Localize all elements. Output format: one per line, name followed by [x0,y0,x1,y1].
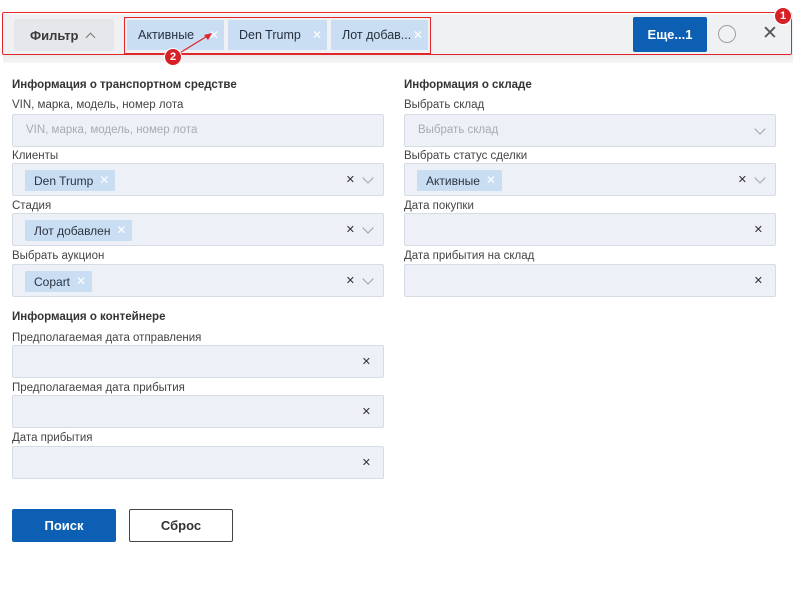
clear-icon[interactable]: ✕ [754,274,763,287]
clear-icon[interactable]: ✕ [754,223,763,236]
warehouse-select[interactable]: Выбрать склад [404,114,776,147]
purchase-date-field[interactable]: ✕ [404,213,776,246]
chevron-down-icon[interactable] [362,273,374,285]
clients-select[interactable]: Den Trump ✕ ✕ [12,163,384,196]
arrival-wh-date-field[interactable]: ✕ [404,264,776,297]
tag-label: Den Trump [34,173,94,188]
clear-icon[interactable]: ✕ [738,173,747,186]
arrival-label: Дата прибытия [12,432,93,444]
clear-icon[interactable]: ✕ [346,173,355,186]
clear-icon[interactable]: ✕ [362,405,371,418]
deal-status-tag[interactable]: Активные ✕ [417,170,502,191]
auction-tag[interactable]: Copart ✕ [25,271,93,292]
departure-label: Предполагаемая дата отправления [12,332,202,344]
warehouse-placeholder: Выбрать склад [418,124,499,136]
stage-select[interactable]: Лот добавлен ✕ ✕ [12,213,384,246]
close-icon[interactable]: ✕ [116,223,126,237]
filter-bar-shadow [3,54,793,63]
annotation-badge-1: 1 [774,7,792,25]
filter-bar: Фильтр Активные ✕ Den Trump ✕ Лот добав.… [0,0,802,70]
annotation-arrow-icon [177,33,212,55]
chevron-down-icon[interactable] [362,222,374,234]
deal-status-select[interactable]: Активные ✕ ✕ [404,163,776,196]
clear-icon[interactable]: ✕ [362,355,371,368]
container-section-title: Информация о контейнере [12,311,166,323]
clients-label: Клиенты [12,150,59,162]
vin-label: VIN, марка, модель, номер лота [12,99,184,111]
arrival-date-field[interactable]: ✕ [12,446,384,479]
reset-button[interactable]: Сброс [129,509,233,542]
vehicle-section-title: Информация о транспортном средстве [12,79,237,91]
est-arrival-label: Предполагаемая дата прибытия [12,382,185,394]
close-icon[interactable]: ✕ [76,274,86,288]
close-icon[interactable]: ✕ [99,173,109,187]
tag-label: Copart [34,274,71,289]
chevron-down-icon[interactable] [754,123,766,135]
search-button[interactable]: Поиск [12,509,116,542]
chevron-down-icon[interactable] [362,172,374,184]
est-arrival-date-field[interactable]: ✕ [12,395,384,428]
clients-tag[interactable]: Den Trump ✕ [25,170,116,191]
auction-select[interactable]: Copart ✕ ✕ [12,264,384,297]
tag-label: Лот добавлен [34,223,111,238]
stage-label: Стадия [12,200,52,212]
clear-icon[interactable]: ✕ [346,223,355,236]
clear-icon[interactable]: ✕ [346,274,355,287]
deal-status-label: Выбрать статус сделки [404,150,528,162]
departure-date-field[interactable]: ✕ [12,345,384,378]
warehouse-section-title: Информация о складе [404,79,532,91]
purchase-date-label: Дата покупки [404,200,474,212]
stage-tag[interactable]: Лот добавлен ✕ [25,220,133,241]
close-icon[interactable]: ✕ [486,173,496,187]
auction-label: Выбрать аукцион [12,250,105,262]
clear-icon[interactable]: ✕ [362,456,371,469]
warehouse-label: Выбрать склад [404,99,485,111]
vin-placeholder: VIN, марка, модель, номер лота [26,124,198,136]
annotation-badge-2: 2 [164,48,182,66]
chevron-down-icon[interactable] [754,172,766,184]
vin-input[interactable]: VIN, марка, модель, номер лота [12,114,384,147]
arrival-wh-label: Дата прибытия на склад [404,250,535,262]
tag-label: Активные [426,173,480,188]
